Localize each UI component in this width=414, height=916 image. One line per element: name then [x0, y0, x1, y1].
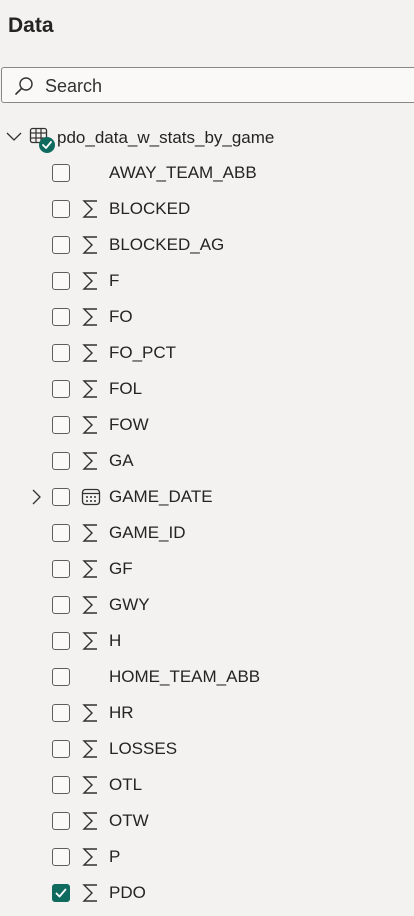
- sigma-icon: [80, 810, 102, 832]
- field-label: HOME_TEAM_ABB: [109, 667, 261, 686]
- field-row[interactable]: GF: [0, 551, 414, 587]
- table-name: pdo_data_w_stats_by_game: [57, 128, 275, 147]
- field-label: FO: [109, 307, 133, 326]
- field-checkbox[interactable]: [52, 776, 70, 794]
- field-checkbox[interactable]: [52, 812, 70, 830]
- field-row[interactable]: FO: [0, 299, 414, 335]
- chevron-down-icon[interactable]: [5, 128, 23, 146]
- field-row[interactable]: GA: [0, 443, 414, 479]
- sigma-icon: [80, 882, 102, 904]
- field-row[interactable]: OTL: [0, 767, 414, 803]
- field-row[interactable]: FOW: [0, 407, 414, 443]
- field-checkbox[interactable]: [52, 884, 70, 902]
- sigma-icon: [80, 702, 102, 724]
- calendar-icon: [80, 486, 102, 508]
- field-row[interactable]: BLOCKED_AG: [0, 227, 414, 263]
- field-row[interactable]: FOL: [0, 371, 414, 407]
- field-label: H: [109, 631, 122, 650]
- field-checkbox[interactable]: [52, 380, 70, 398]
- search-box[interactable]: [1, 67, 414, 103]
- field-label: AWAY_TEAM_ABB: [109, 163, 257, 182]
- sigma-icon: [80, 558, 102, 580]
- field-label: GA: [109, 451, 134, 470]
- field-row[interactable]: LOSSES: [0, 731, 414, 767]
- field-label: GWY: [109, 595, 150, 614]
- sigma-icon: [80, 234, 102, 256]
- field-row[interactable]: AWAY_TEAM_ABB: [0, 155, 414, 191]
- field-label: GAME_DATE: [109, 487, 213, 506]
- field-label: P: [109, 847, 121, 866]
- field-checkbox[interactable]: [52, 236, 70, 254]
- field-checkbox[interactable]: [52, 272, 70, 290]
- sigma-icon: [80, 594, 102, 616]
- field-checkbox[interactable]: [52, 308, 70, 326]
- field-checkbox[interactable]: [52, 488, 70, 506]
- search-icon: [14, 76, 34, 96]
- field-label: OTW: [109, 811, 149, 830]
- sigma-icon: [80, 306, 102, 328]
- field-row[interactable]: F: [0, 263, 414, 299]
- sigma-icon: [80, 378, 102, 400]
- sigma-icon: [80, 270, 102, 292]
- field-checkbox[interactable]: [52, 596, 70, 614]
- sigma-icon: [80, 738, 102, 760]
- field-checkbox[interactable]: [52, 704, 70, 722]
- field-checkbox[interactable]: [52, 416, 70, 434]
- field-label: GAME_ID: [109, 523, 186, 542]
- field-row[interactable]: FO_PCT: [0, 335, 414, 371]
- field-checkbox[interactable]: [52, 200, 70, 218]
- field-checkbox[interactable]: [52, 164, 70, 182]
- table-icon: [29, 127, 59, 155]
- field-checkbox[interactable]: [52, 344, 70, 362]
- field-label: FOW: [109, 415, 149, 434]
- field-list: AWAY_TEAM_ABB BLOCKED BLOCKED_AG F FO FO_PCT F…: [0, 155, 414, 911]
- field-row[interactable]: P: [0, 839, 414, 875]
- field-row[interactable]: OTW: [0, 803, 414, 839]
- sigma-icon: [80, 198, 102, 220]
- field-label: OTL: [109, 775, 143, 794]
- field-label: FOL: [109, 379, 143, 398]
- field-label: BLOCKED_AG: [109, 235, 225, 254]
- field-label: PDO: [109, 883, 146, 902]
- field-checkbox[interactable]: [52, 560, 70, 578]
- pane-title: Data: [8, 14, 54, 37]
- field-row[interactable]: GAME_ID: [0, 515, 414, 551]
- field-checkbox[interactable]: [52, 524, 70, 542]
- sigma-icon: [80, 342, 102, 364]
- sigma-icon: [80, 522, 102, 544]
- sigma-icon: [80, 774, 102, 796]
- table-node[interactable]: pdo_data_w_stats_by_game: [0, 120, 414, 156]
- field-checkbox[interactable]: [52, 740, 70, 758]
- field-row[interactable]: HR: [0, 695, 414, 731]
- field-checkbox[interactable]: [52, 848, 70, 866]
- field-label: F: [109, 271, 120, 290]
- field-row[interactable]: GWY: [0, 587, 414, 623]
- field-checkbox[interactable]: [52, 632, 70, 650]
- field-row[interactable]: HOME_TEAM_ABB: [0, 659, 414, 695]
- field-checkbox[interactable]: [52, 452, 70, 470]
- sigma-icon: [80, 846, 102, 868]
- field-label: GF: [109, 559, 133, 578]
- field-label: BLOCKED: [109, 199, 191, 218]
- field-label: HR: [109, 703, 134, 722]
- sigma-icon: [80, 414, 102, 436]
- sigma-icon: [80, 630, 102, 652]
- sigma-icon: [80, 450, 102, 472]
- field-row[interactable]: PDO: [0, 875, 414, 911]
- field-checkbox[interactable]: [52, 668, 70, 686]
- field-label: FO_PCT: [109, 343, 177, 362]
- field-label: LOSSES: [109, 739, 178, 758]
- chevron-right-icon[interactable]: [29, 488, 45, 506]
- field-row[interactable]: BLOCKED: [0, 191, 414, 227]
- search-input[interactable]: [45, 76, 345, 97]
- field-row[interactable]: H: [0, 623, 414, 659]
- field-row[interactable]: GAME_DATE: [0, 479, 414, 515]
